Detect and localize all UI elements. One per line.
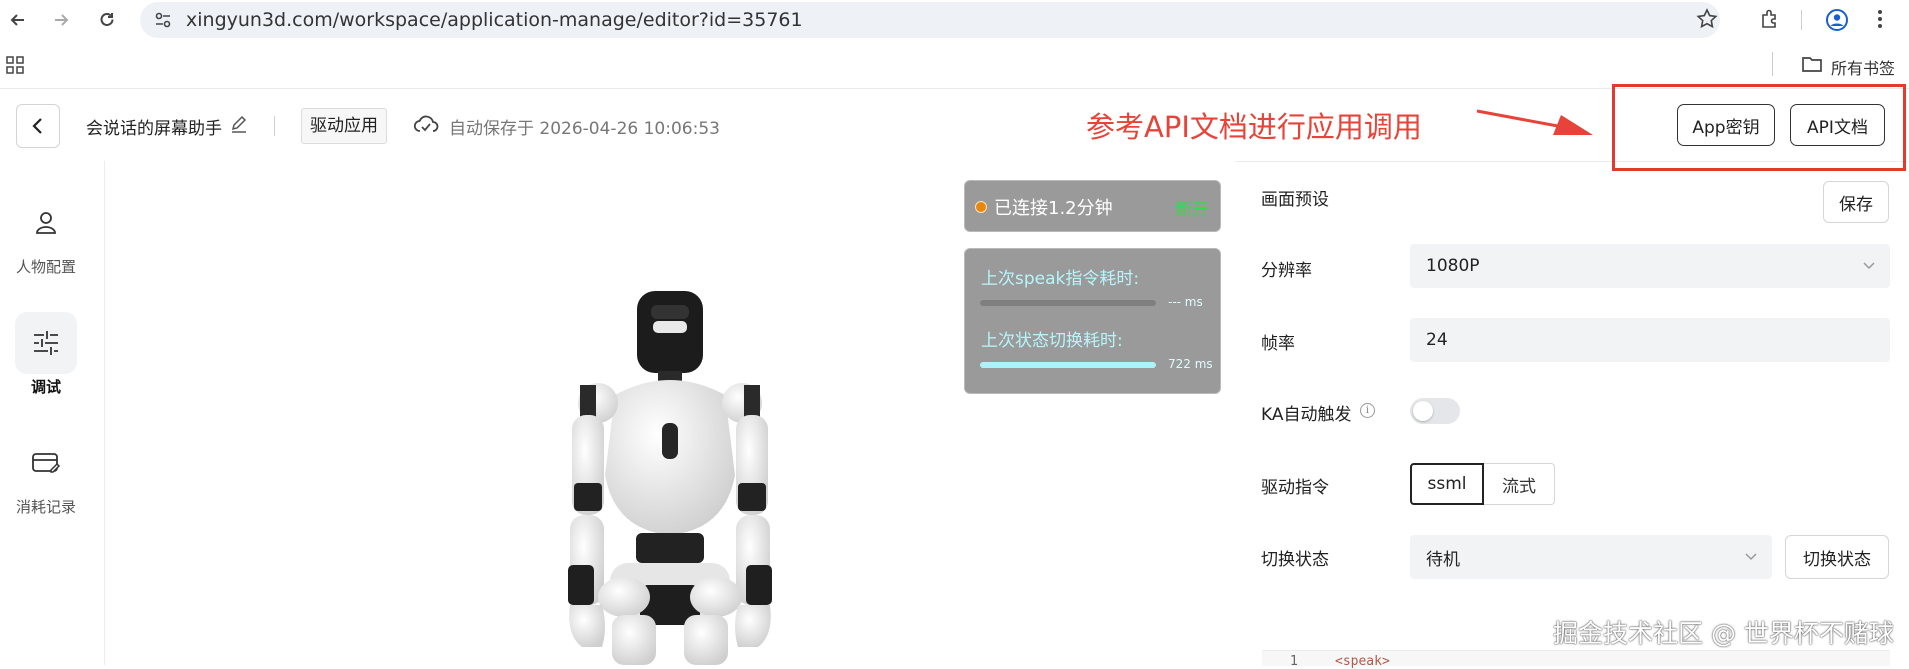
resolution-label: 分辨率: [1261, 261, 1312, 281]
state-value: 待机: [1426, 549, 1460, 570]
person-icon: [15, 192, 77, 254]
profile-icon[interactable]: [1825, 8, 1849, 36]
bookmark-bar: [0, 44, 1909, 86]
framerate-input[interactable]: 24: [1410, 318, 1890, 362]
drive-option-stream[interactable]: 流式: [1484, 463, 1555, 505]
toolbar-divider: [1801, 10, 1802, 30]
app-key-button[interactable]: App密钥: [1677, 104, 1775, 146]
sliders-icon: [15, 312, 77, 374]
switch-latency-fill: [980, 362, 1156, 368]
switch-state-label: 切换状态: [1261, 550, 1329, 570]
preset-label: 画面预设: [1261, 190, 1329, 210]
all-bookmarks-label[interactable]: 所有书签: [1831, 55, 1895, 79]
save-button[interactable]: 保存: [1823, 181, 1889, 223]
framerate-label: 帧率: [1261, 334, 1295, 354]
folder-icon[interactable]: [1801, 55, 1823, 77]
annotation-arrow-icon: [1475, 105, 1595, 145]
disconnect-link[interactable]: 断开: [1175, 195, 1209, 220]
ka-toggle-knob: [1413, 401, 1433, 421]
header-divider: [274, 116, 275, 136]
api-doc-button[interactable]: API文档: [1790, 104, 1885, 146]
back-button[interactable]: [16, 104, 60, 148]
ka-auto-trigger-label: KA自动触发: [1261, 405, 1352, 425]
star-icon[interactable]: [1696, 8, 1718, 34]
line-number: 1: [1290, 654, 1299, 669]
extensions-icon[interactable]: [1759, 8, 1781, 34]
site-settings-icon[interactable]: [153, 10, 173, 34]
cloud-icon: [413, 113, 439, 141]
app-type-tag: 驱动应用: [301, 108, 387, 144]
sidebar-item-label: 调试: [30, 378, 61, 396]
robot-avatar: [520, 285, 840, 669]
drive-command-label: 驱动指令: [1261, 478, 1329, 498]
bookmark-divider: [1772, 52, 1773, 76]
switch-latency-value: 722 ms: [1168, 357, 1213, 371]
code-line[interactable]: <speak>: [1335, 654, 1390, 669]
chevron-down-icon: [1745, 553, 1757, 561]
watermark: 掘金技术社区 @ 世界杯不赌球: [1553, 619, 1894, 648]
annotation-text: 参考API文档进行应用调用: [1086, 110, 1422, 144]
speak-latency-value: --- ms: [1168, 295, 1203, 309]
more-menu-icon[interactable]: [1874, 7, 1886, 35]
chevron-left-icon: [32, 118, 42, 134]
url-text[interactable]: xingyun3d.com/workspace/application-mana…: [186, 9, 803, 31]
resolution-select[interactable]: 1080P: [1410, 244, 1890, 288]
speak-latency-bar: [980, 300, 1156, 306]
autosave-status: 自动保存于 2026-04-26 10:06:53: [449, 119, 720, 139]
drive-option-ssml[interactable]: ssml: [1410, 463, 1484, 505]
app-title: 会说话的屏幕助手: [86, 119, 222, 139]
forward-arrow-icon[interactable]: [47, 6, 75, 34]
reload-icon[interactable]: [93, 6, 121, 34]
chevron-down-icon: [1863, 262, 1875, 270]
sidebar-item-label: 人物配置: [15, 258, 76, 276]
switch-state-button[interactable]: 切换状态: [1785, 535, 1889, 579]
back-arrow-icon[interactable]: [4, 6, 32, 34]
resolution-value: 1080P: [1426, 256, 1480, 276]
sidebar-item-character[interactable]: 人物配置: [0, 192, 92, 277]
info-icon[interactable]: i: [1360, 403, 1375, 418]
speak-latency-label: 上次speak指令耗时:: [981, 269, 1140, 289]
sidebar-item-debug[interactable]: 调试: [0, 312, 92, 397]
card-icon: [15, 432, 77, 494]
status-dot: [975, 201, 987, 213]
switch-latency-label: 上次状态切换耗时:: [981, 331, 1123, 351]
framerate-value: 24: [1426, 330, 1448, 350]
sidebar-item-label: 消耗记录: [15, 498, 76, 516]
sidebar-item-usage[interactable]: 消耗记录: [0, 432, 92, 517]
connection-status: 已连接1.2分钟: [994, 198, 1113, 219]
state-select[interactable]: 待机: [1410, 535, 1772, 579]
apps-grid-icon[interactable]: [6, 56, 24, 78]
edit-pencil-icon[interactable]: [230, 115, 248, 137]
switch-latency-bar: [980, 362, 1156, 368]
